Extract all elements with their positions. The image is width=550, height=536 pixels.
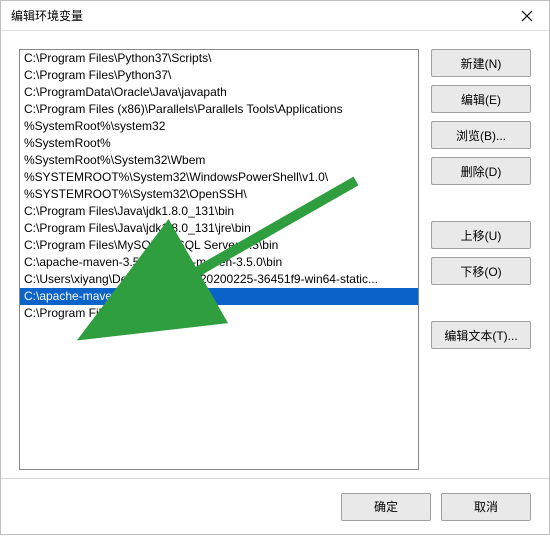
path-list-item[interactable]: C:\Program Files\Python37\Scripts\: [20, 50, 418, 67]
new-button[interactable]: 新建(N): [431, 49, 531, 77]
window-title: 编辑环境变量: [11, 7, 504, 24]
titlebar: 编辑环境变量: [1, 1, 549, 31]
path-list-item[interactable]: %SYSTEMROOT%\System32\WindowsPowerShell\…: [20, 169, 418, 186]
path-list-item[interactable]: %SYSTEMROOT%\System32\OpenSSH\: [20, 186, 418, 203]
path-list[interactable]: C:\Program Files\Python37\Scripts\C:\Pro…: [19, 49, 419, 470]
path-list-item[interactable]: %SystemRoot%: [20, 135, 418, 152]
path-list-item[interactable]: C:\Program Files\MySQL\MySQL Server 5.5\…: [20, 237, 418, 254]
delete-button[interactable]: 删除(D): [431, 157, 531, 185]
side-buttons: 新建(N) 编辑(E) 浏览(B)... 删除(D) 上移(U) 下移(O) 编…: [431, 49, 531, 470]
path-list-item[interactable]: C:\ProgramData\Oracle\Java\javapath: [20, 84, 418, 101]
path-list-item[interactable]: C:\Program Files (x86)\Git\cmd: [20, 305, 418, 322]
path-list-item[interactable]: C:\Program Files\Java\jdk1.8.0_131\bin: [20, 203, 418, 220]
close-icon: [521, 10, 533, 22]
close-button[interactable]: [504, 1, 549, 31]
path-list-item[interactable]: C:\Program Files (x86)\Parallels\Paralle…: [20, 101, 418, 118]
client-area: C:\Program Files\Python37\Scripts\C:\Pro…: [1, 31, 549, 478]
browse-button[interactable]: 浏览(B)...: [431, 121, 531, 149]
path-list-item[interactable]: C:\apache-maven-3.5.0\bin: [20, 288, 418, 305]
ok-button[interactable]: 确定: [341, 493, 431, 521]
path-list-item[interactable]: C:\Program Files\Python37\: [20, 67, 418, 84]
edit-text-button[interactable]: 编辑文本(T)...: [431, 321, 531, 349]
path-list-item[interactable]: C:\Program Files\Java\jdk1.8.0_131\jre\b…: [20, 220, 418, 237]
path-list-item[interactable]: C:\Users\xiyang\Desktop\ffmpeg-20200225-…: [20, 271, 418, 288]
spacer: [431, 293, 531, 313]
move-up-button[interactable]: 上移(U): [431, 221, 531, 249]
path-list-item[interactable]: %SystemRoot%\system32: [20, 118, 418, 135]
dialog-window: 编辑环境变量 C:\Program Files\Python37\Scripts…: [0, 0, 550, 535]
cancel-button[interactable]: 取消: [441, 493, 531, 521]
footer: 确定 取消: [1, 478, 549, 534]
spacer: [431, 193, 531, 213]
move-down-button[interactable]: 下移(O): [431, 257, 531, 285]
path-list-item[interactable]: %SystemRoot%\System32\Wbem: [20, 152, 418, 169]
path-list-item[interactable]: C:\apache-maven-3.5.0\apache-maven-3.5.0…: [20, 254, 418, 271]
edit-button[interactable]: 编辑(E): [431, 85, 531, 113]
